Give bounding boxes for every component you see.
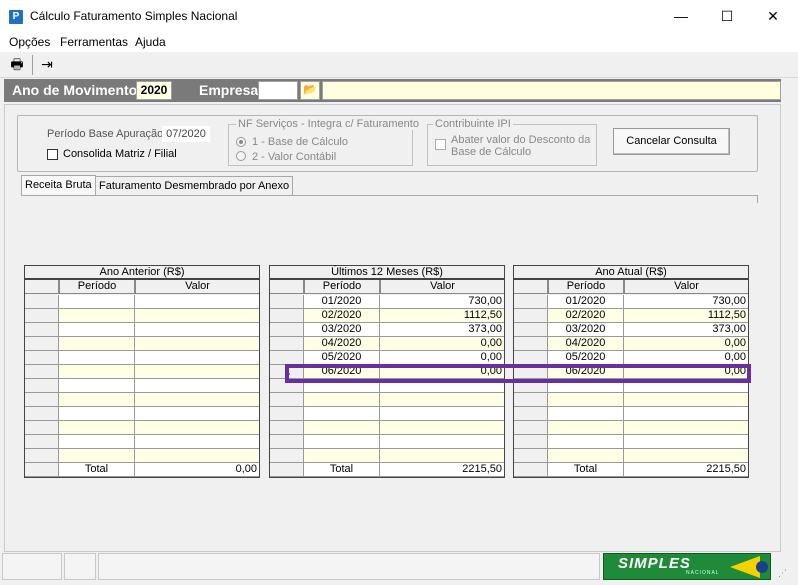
tab-receita-bruta[interactable]: Receita Bruta xyxy=(21,175,96,196)
resize-grip-icon[interactable]: ⋰ xyxy=(778,568,787,579)
grid-border xyxy=(24,279,260,478)
exit-icon[interactable]: ⇥ xyxy=(38,55,56,73)
empresa-code-field[interactable] xyxy=(258,81,298,100)
window-title: Cálculo Faturamento Simples Nacional xyxy=(30,9,238,23)
consolida-checkbox[interactable] xyxy=(47,149,58,160)
consolida-label[interactable]: Consolida Matriz / Filial xyxy=(63,148,177,160)
toolbar-separator xyxy=(32,55,33,75)
empresa-label: Empresa xyxy=(199,82,259,98)
contribuinte-ipi-group-title: Contribuinte IPI xyxy=(433,118,513,130)
tab-faturamento-desmembrado[interactable]: Faturamento Desmembrado por Anexo xyxy=(95,176,294,196)
status-panel xyxy=(98,553,600,580)
menu-opcoes[interactable]: Opções xyxy=(9,35,50,49)
menu-ajuda[interactable]: Ajuda xyxy=(135,35,166,49)
selection-highlight xyxy=(285,364,751,383)
status-panel xyxy=(2,553,62,580)
grid-title: Últimos 12 Meses (R$) xyxy=(269,265,505,279)
valor-contabil-label[interactable]: 2 - Valor Contábil xyxy=(252,151,336,163)
maximize-button[interactable]: ☐ xyxy=(704,2,750,30)
cancelar-consulta-button[interactable]: Cancelar Consulta xyxy=(613,128,730,155)
radio-selected-dot xyxy=(239,140,243,144)
base-calculo-label[interactable]: 1 - Base de Cálculo xyxy=(252,136,348,148)
grid-title: Ano Anterior (R$) xyxy=(24,265,260,279)
logo-text: SIMPLES xyxy=(618,555,691,572)
nf-servicos-group-title: NF Serviços - Integra c/ Faturamento xyxy=(236,118,421,130)
valor-contabil-radio[interactable] xyxy=(236,151,246,161)
flag-globe xyxy=(756,561,768,573)
abater-desconto-checkbox[interactable] xyxy=(435,139,446,150)
menu-ferramentas[interactable]: Ferramentas xyxy=(60,35,128,49)
periodo-base-label: Período Base Apuração: xyxy=(47,128,167,140)
ano-movimento-label: Ano de Movimento xyxy=(12,82,138,98)
abater-desconto-label[interactable]: Abater valor do Desconto da Base de Cálc… xyxy=(451,134,591,158)
status-panel xyxy=(64,553,96,580)
periodo-base-field[interactable]: 07/2020 xyxy=(162,126,210,142)
empresa-name-field xyxy=(322,81,781,100)
tab-divider xyxy=(21,195,758,196)
folder-open-icon[interactable]: 📂 xyxy=(300,81,320,100)
tab-content-edge xyxy=(757,195,758,203)
close-button[interactable]: ✕ xyxy=(750,2,796,30)
app-icon: P xyxy=(9,10,23,24)
minimize-button[interactable]: — xyxy=(658,2,704,30)
ano-movimento-field[interactable]: 2020 xyxy=(136,81,172,100)
grid-title: Ano Atual (R$) xyxy=(513,265,749,279)
print-icon[interactable]: 🖶 xyxy=(8,55,26,73)
logo-subtext: NACIONAL xyxy=(686,570,720,576)
toolbar xyxy=(0,52,798,78)
